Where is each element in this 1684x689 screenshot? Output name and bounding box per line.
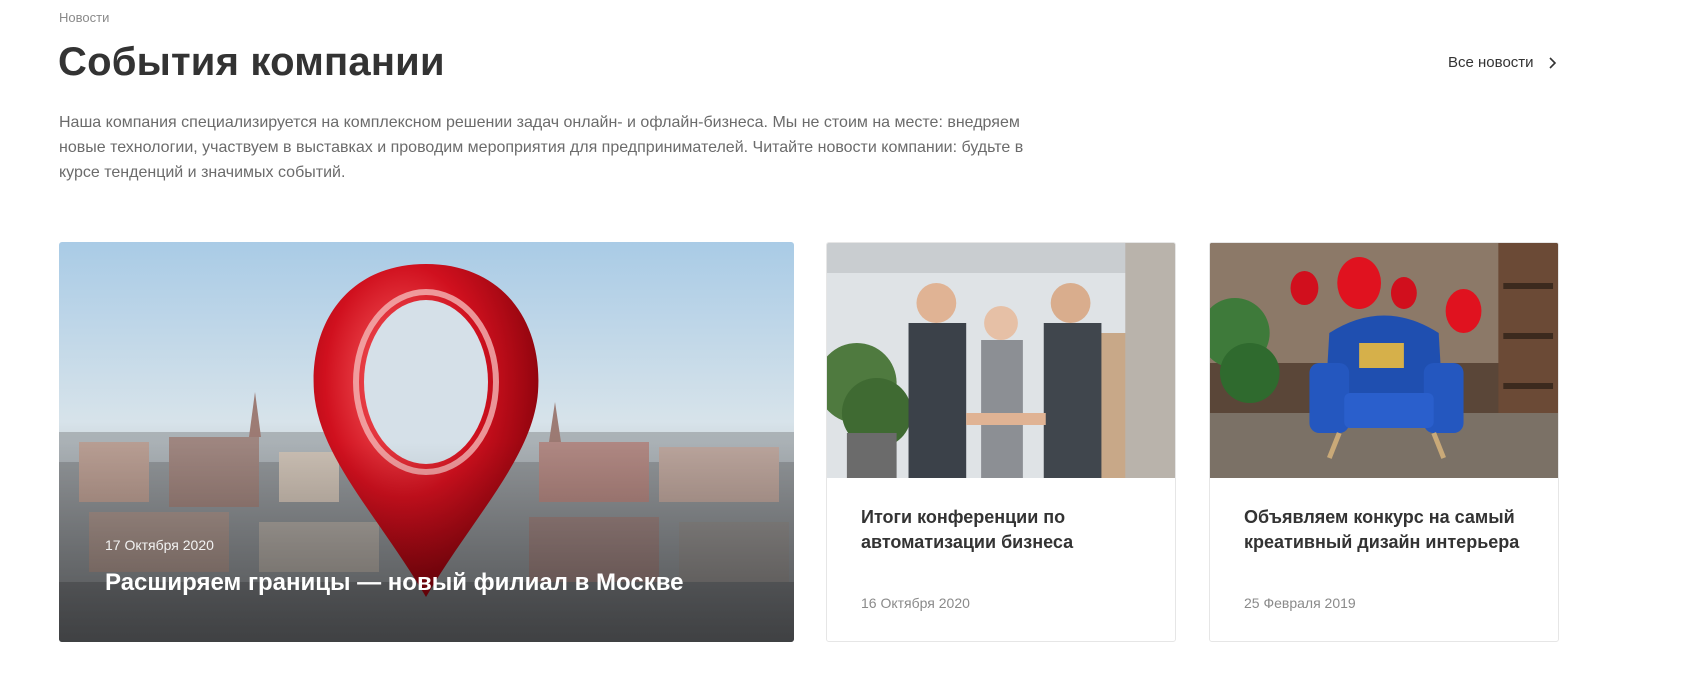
- news-date: 25 Февраля 2019: [1244, 595, 1356, 611]
- news-title[interactable]: Объявляем конкурс на самый креативный ди…: [1244, 505, 1534, 555]
- page-title: События компании: [58, 40, 445, 84]
- news-title[interactable]: Итоги конференции по автоматизации бизне…: [861, 505, 1151, 555]
- breadcrumb-news[interactable]: Новости: [59, 10, 109, 25]
- intro-text: Наша компания специализируется на компле…: [59, 114, 1024, 181]
- news-image-armchair: [1210, 243, 1558, 478]
- news-title[interactable]: Расширяем границы — новый филиал в Москв…: [105, 569, 684, 597]
- news-card[interactable]: Итоги конференции по автоматизации бизне…: [826, 242, 1176, 642]
- news-image-handshake: [827, 243, 1175, 478]
- chevron-right-icon: [1544, 55, 1560, 71]
- news-card[interactable]: Объявляем конкурс на самый креативный ди…: [1209, 242, 1559, 642]
- news-date: 17 Октября 2020: [105, 537, 214, 553]
- news-date: 16 Октября 2020: [861, 595, 970, 611]
- news-card-featured[interactable]: 17 Октября 2020 Расширяем границы — новы…: [59, 242, 794, 642]
- all-news-link[interactable]: Все новости: [1448, 54, 1560, 71]
- all-news-label: Все новости: [1448, 54, 1534, 71]
